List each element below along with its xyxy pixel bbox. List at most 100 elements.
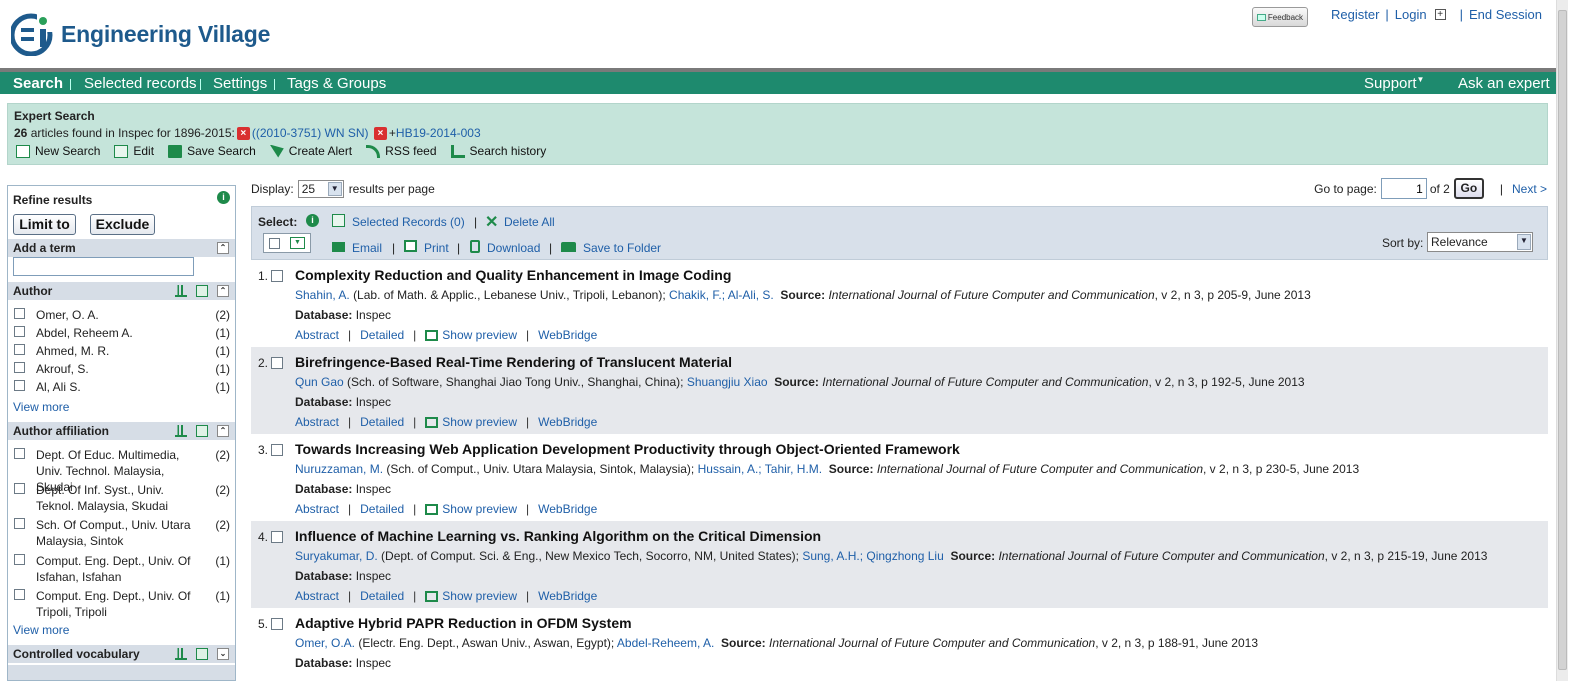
nav-search[interactable]: Search [13, 75, 63, 92]
scrollbar-thumb[interactable] [1558, 10, 1567, 670]
affiliation-facet-item[interactable]: Comput. Eng. Dept., Univ. Of Tripoli, Tr… [14, 588, 230, 622]
save-search-button[interactable]: Save Search [168, 144, 256, 158]
author-link[interactable]: Qun Gao [295, 375, 344, 389]
detailed-link[interactable]: Detailed [360, 415, 404, 429]
author-link[interactable]: Sung, A.H.; [802, 549, 863, 563]
detailed-link[interactable]: Detailed [360, 502, 404, 516]
create-alert-button[interactable]: Create Alert [269, 144, 352, 158]
new-search-button[interactable]: New Search [16, 144, 100, 158]
author-facet-item[interactable]: Akrouf, S. (1) [14, 361, 230, 378]
export-icon[interactable] [196, 285, 208, 297]
detailed-link[interactable]: Detailed [360, 589, 404, 603]
facet-checkbox[interactable] [14, 380, 25, 391]
author-link[interactable]: Omer, O.A. [295, 636, 355, 650]
result-checkbox[interactable] [271, 531, 283, 543]
result-title[interactable]: Complexity Reduction and Quality Enhance… [295, 267, 731, 283]
abstract-link[interactable]: Abstract [295, 502, 339, 516]
controlled-vocab-header[interactable]: Controlled vocabulary ⌄ [8, 645, 235, 663]
remove-term-icon[interactable]: × [236, 126, 250, 140]
result-checkbox[interactable] [271, 270, 283, 282]
facet-checkbox[interactable] [14, 554, 25, 565]
author-link[interactable]: Suryakumar, D. [295, 549, 378, 563]
delete-all-link[interactable]: Delete All [504, 215, 555, 229]
add-term-input[interactable] [13, 257, 194, 276]
export-icon[interactable] [196, 425, 208, 437]
author-facet-item[interactable]: Omer, O. A. (2) [14, 307, 230, 324]
register-link[interactable]: Register [1331, 7, 1379, 22]
show-preview-link[interactable]: Show preview [442, 415, 517, 429]
collapse-icon[interactable]: ⌃ [217, 425, 229, 437]
search-term-2[interactable]: HB19-2014-003 [396, 126, 481, 140]
author-link[interactable]: Qingzhong Liu [866, 549, 943, 563]
affiliation-facet-item[interactable]: Dept. Of Educ. Multimedia, Univ. Technol… [14, 447, 230, 494]
result-title[interactable]: Influence of Machine Learning vs. Rankin… [295, 528, 821, 544]
author-facet-item[interactable]: Ahmed, M. R. (1) [14, 343, 230, 360]
email-link[interactable]: Email [352, 241, 382, 255]
download-link[interactable]: Download [487, 241, 540, 255]
info-icon[interactable]: i [306, 214, 319, 227]
go-button[interactable]: Go [1453, 178, 1484, 199]
webbridge-link[interactable]: WebBridge [538, 502, 597, 516]
bar-chart-icon[interactable] [175, 285, 187, 297]
show-preview-link[interactable]: Show preview [442, 589, 517, 603]
rss-feed-button[interactable]: RSS feed [366, 144, 437, 158]
logo[interactable]: Engineering Village [11, 12, 270, 56]
author-facet-item[interactable]: Al, Ali S. (1) [14, 379, 230, 396]
author-link[interactable]: Shuangjiu Xiao [687, 375, 768, 389]
result-checkbox[interactable] [271, 357, 283, 369]
author-link[interactable]: Hussain, A.; [698, 462, 762, 476]
abstract-link[interactable]: Abstract [295, 589, 339, 603]
affiliation-facet-item[interactable]: Dept. Of Inf. Syst., Univ. Teknol. Malay… [14, 482, 230, 516]
limit-to-button[interactable]: Limit to [13, 214, 76, 235]
selected-records-link[interactable]: Selected Records (0) [352, 215, 465, 229]
webbridge-link[interactable]: WebBridge [538, 589, 597, 603]
chevron-down-icon[interactable]: ▼ [290, 237, 305, 249]
show-preview-link[interactable]: Show preview [442, 502, 517, 516]
result-title[interactable]: Birefringence-Based Real-Time Rendering … [295, 354, 732, 370]
expand-icon[interactable]: + [1434, 9, 1446, 20]
nav-tags-groups[interactable]: Tags & Groups [287, 75, 386, 92]
sort-by-select[interactable]: Relevance ▼ [1427, 232, 1533, 252]
page-input[interactable] [1380, 178, 1427, 199]
show-preview-link[interactable]: Show preview [442, 328, 517, 342]
export-icon[interactable] [196, 648, 208, 660]
select-all-checkbox[interactable] [269, 238, 280, 249]
collapse-icon[interactable]: ⌃ [217, 285, 229, 297]
feedback-button[interactable]: Feedback [1252, 7, 1308, 27]
webbridge-link[interactable]: WebBridge [538, 328, 597, 342]
collapse-icon[interactable]: ⌃ [217, 242, 229, 254]
result-checkbox[interactable] [271, 444, 283, 456]
nav-ask-expert[interactable]: Ask an expert [1458, 75, 1550, 92]
view-more-link[interactable]: View more [13, 623, 69, 637]
author-link[interactable]: Nuruzzaman, M. [295, 462, 383, 476]
nav-support[interactable]: Support▼ [1364, 75, 1424, 92]
view-more-link[interactable]: View more [13, 400, 69, 414]
facet-checkbox[interactable] [14, 362, 25, 373]
affiliation-facet-item[interactable]: Sch. Of Comput., Univ. Utara Malaysia, S… [14, 517, 230, 551]
select-all-control[interactable]: ▼ [263, 233, 311, 253]
bar-chart-icon[interactable] [175, 648, 187, 660]
results-per-page-select[interactable]: 25 ▼ [297, 180, 344, 198]
facet-checkbox[interactable] [14, 448, 25, 459]
author-link[interactable]: Shahin, A. [295, 288, 350, 302]
info-icon[interactable]: i [217, 191, 230, 204]
next-page-link[interactable]: Next > [1512, 182, 1547, 196]
author-link[interactable]: Al-Ali, S. [728, 288, 774, 302]
search-history-button[interactable]: Search history [450, 144, 546, 158]
vertical-scrollbar[interactable] [1556, 0, 1568, 681]
nav-settings[interactable]: Settings [213, 75, 267, 92]
remove-term-icon[interactable]: × [373, 126, 387, 140]
save-to-folder-link[interactable]: Save to Folder [583, 241, 661, 255]
author-link[interactable]: Chakik, F.; [669, 288, 725, 302]
facet-checkbox[interactable] [14, 589, 25, 600]
print-link[interactable]: Print [424, 241, 449, 255]
edit-button[interactable]: Edit [114, 144, 154, 158]
detailed-link[interactable]: Detailed [360, 328, 404, 342]
abstract-link[interactable]: Abstract [295, 415, 339, 429]
facet-checkbox[interactable] [14, 483, 25, 494]
login-link[interactable]: Login [1395, 7, 1427, 22]
facet-checkbox[interactable] [14, 308, 25, 319]
search-term-1[interactable]: ((2010-3751) WN SN) [252, 126, 369, 140]
affiliation-facet-item[interactable]: Comput. Eng. Dept., Univ. Of Isfahan, Is… [14, 553, 230, 587]
webbridge-link[interactable]: WebBridge [538, 415, 597, 429]
